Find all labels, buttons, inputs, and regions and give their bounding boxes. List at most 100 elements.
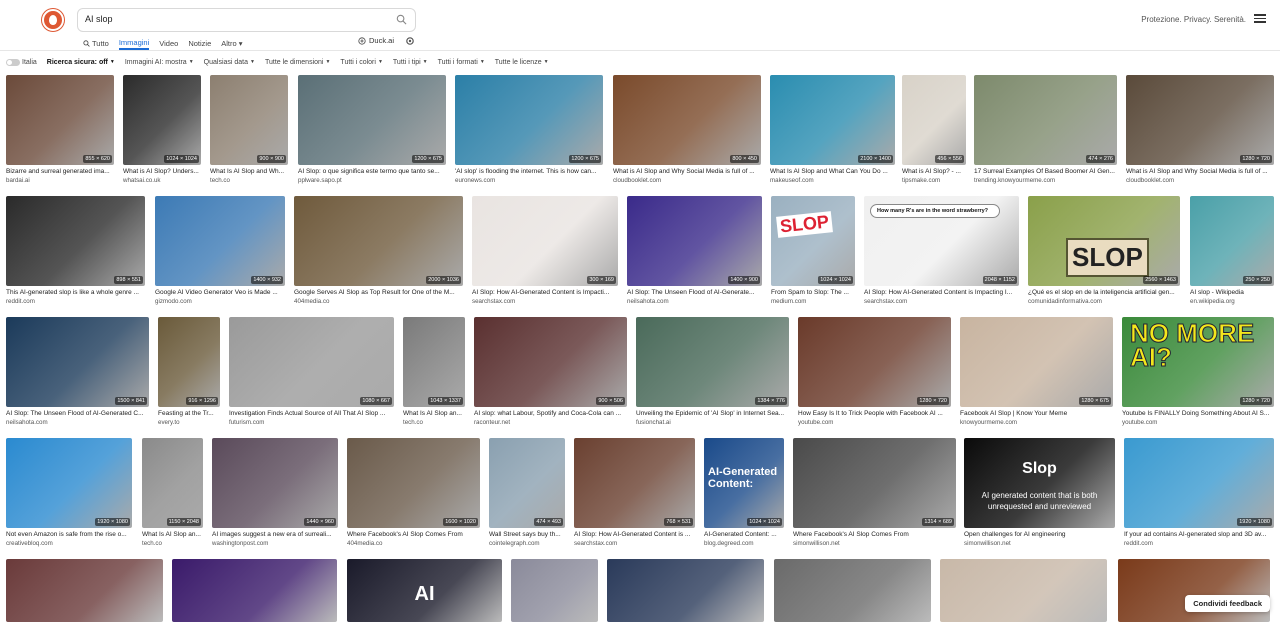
image-result[interactable]: 250 × 250 AI slop - Wikipedia en.wikipedia… xyxy=(1190,196,1274,310)
result-source[interactable]: futurism.com xyxy=(229,419,394,426)
result-thumbnail[interactable] xyxy=(636,317,789,407)
result-thumbnail[interactable] xyxy=(6,196,145,286)
image-result[interactable]: 474 × 276 17 Surreal Examples Of Based Bo… xyxy=(974,75,1117,189)
result-source[interactable]: raconteur.net xyxy=(474,419,627,426)
result-thumbnail[interactable]: AI-Generated Content: xyxy=(704,438,784,528)
result-caption[interactable]: Feasting at the Tr... xyxy=(158,410,220,417)
result-caption[interactable]: AI Slop: The Unseen Flood of AI-Generate… xyxy=(627,289,762,296)
date-filter[interactable]: Qualsiasi data ▼ xyxy=(204,59,255,66)
result-thumbnail[interactable] xyxy=(6,75,114,165)
image-result[interactable]: 1200 × 675 'AI slop' is flooding the inte… xyxy=(455,75,603,189)
result-source[interactable]: cloudbooklet.com xyxy=(613,177,761,184)
result-source[interactable]: blog.degreed.com xyxy=(704,540,784,547)
result-thumbnail[interactable] xyxy=(798,317,951,407)
result-caption[interactable]: What Is AI Slop and Wh... xyxy=(210,168,288,175)
result-source[interactable]: tech.co xyxy=(142,540,203,547)
result-thumbnail[interactable] xyxy=(1126,75,1274,165)
result-source[interactable]: medium.com xyxy=(771,298,855,305)
result-thumbnail[interactable] xyxy=(474,317,627,407)
result-caption[interactable]: What Is AI Slop and What Can You Do ... xyxy=(770,168,895,175)
hamburger-menu-icon[interactable] xyxy=(1254,12,1268,26)
result-caption[interactable]: ¿Qué es el slop en de la inteligencia ar… xyxy=(1028,289,1180,296)
safe-search-filter[interactable]: Ricerca sicura: off ▼ xyxy=(47,59,115,66)
result-caption[interactable]: 17 Surreal Examples Of Based Boomer AI G… xyxy=(974,168,1117,175)
result-thumbnail[interactable] xyxy=(770,75,895,165)
result-thumbnail[interactable] xyxy=(347,438,480,528)
search-input[interactable]: AI slop xyxy=(85,14,113,24)
image-result[interactable]: 768 × 531 AI Slop: How AI-Generated Conte… xyxy=(574,438,695,552)
result-source[interactable]: tech.co xyxy=(210,177,288,184)
result-source[interactable]: tipsmake.com xyxy=(902,177,966,184)
result-caption[interactable]: AI images suggest a new era of surreali.… xyxy=(212,531,338,538)
image-result[interactable]: 474 × 493 Wall Street says buy th... coint… xyxy=(489,438,565,552)
result-thumbnail[interactable]: Slop AI generated content that is both un… xyxy=(964,438,1115,528)
result-thumbnail[interactable] xyxy=(229,317,394,407)
result-caption[interactable]: AI Slop: o que significa este termo que … xyxy=(298,168,446,175)
image-result[interactable]: AI-Generated Content: 1024 × 1024 AI-Gener… xyxy=(704,438,784,552)
type-filter[interactable]: Tutti i tipi ▼ xyxy=(393,59,428,66)
size-filter[interactable]: Tutte le dimensioni ▼ xyxy=(265,59,330,66)
format-filter[interactable]: Tutti i formati ▼ xyxy=(438,59,485,66)
image-result[interactable]: NO MORE AI? 1280 × 720 Youtube Is FINALLY … xyxy=(1122,317,1274,431)
result-thumbnail[interactable] xyxy=(210,75,288,165)
result-thumbnail[interactable] xyxy=(489,438,565,528)
result-thumbnail[interactable] xyxy=(212,438,338,528)
result-thumbnail[interactable] xyxy=(613,75,761,165)
result-thumbnail[interactable] xyxy=(158,317,220,407)
result-thumbnail[interactable] xyxy=(774,559,931,622)
image-result[interactable]: 1024 × 1024 What is AI Slop? Unders... wha… xyxy=(123,75,201,189)
result-caption[interactable]: What is AI Slop? - ... xyxy=(902,168,966,175)
gear-icon[interactable] xyxy=(405,36,415,46)
result-thumbnail[interactable] xyxy=(1118,559,1270,622)
result-source[interactable]: reddit.com xyxy=(6,298,145,305)
result-thumbnail[interactable] xyxy=(123,75,201,165)
color-filter[interactable]: Tutti i colori ▼ xyxy=(340,59,382,66)
image-result[interactable]: 800 × 450 What is AI Slop and Why Social … xyxy=(613,75,761,189)
result-source[interactable]: euronews.com xyxy=(455,177,603,184)
result-source[interactable]: 404media.co xyxy=(347,540,480,547)
search-box[interactable]: AI slop xyxy=(77,8,416,32)
result-caption[interactable]: AI-Generated Content: ... xyxy=(704,531,784,538)
result-source[interactable]: fusionchat.ai xyxy=(636,419,789,426)
result-source[interactable]: 404media.co xyxy=(294,298,463,305)
result-source[interactable]: youtube.com xyxy=(1122,419,1274,426)
result-caption[interactable]: What is AI Slop and Why Social Media is … xyxy=(1126,168,1274,175)
result-source[interactable]: simonwillison.net xyxy=(793,540,956,547)
image-result[interactable]: 900 × 506 AI slop: what Labour, Spotify a… xyxy=(474,317,627,431)
result-thumbnail[interactable] xyxy=(511,559,598,622)
result-thumbnail[interactable]: How many R's are in the word strawberry? xyxy=(864,196,1019,286)
result-thumbnail[interactable] xyxy=(1190,196,1274,286)
result-caption[interactable]: AI Slop: How AI-Generated Content is Imp… xyxy=(472,289,618,296)
share-feedback-button[interactable]: Condividi feedback xyxy=(1185,595,1270,612)
result-caption[interactable]: Google Serves AI Slop as Top Result for … xyxy=(294,289,463,296)
result-source[interactable]: comunidadinformativa.com xyxy=(1028,298,1180,305)
result-source[interactable]: whatsai.co.uk xyxy=(123,177,201,184)
result-thumbnail[interactable]: SLOP xyxy=(1028,196,1180,286)
result-thumbnail[interactable] xyxy=(6,559,163,622)
result-thumbnail[interactable]: AI xyxy=(347,559,502,622)
result-thumbnail[interactable] xyxy=(940,559,1107,622)
result-thumbnail[interactable] xyxy=(974,75,1117,165)
result-caption[interactable]: What Is AI Slop an... xyxy=(142,531,203,538)
image-result[interactable]: 1314 × 689 Where Facebook's AI Slop Comes… xyxy=(793,438,956,552)
image-result[interactable]: 1080 × 667 Investigation Finds Actual Sou… xyxy=(229,317,394,431)
result-thumbnail[interactable] xyxy=(793,438,956,528)
result-thumbnail[interactable]: NO MORE AI? xyxy=(1122,317,1274,407)
result-thumbnail[interactable] xyxy=(960,317,1113,407)
result-caption[interactable]: AI Slop: How AI-Generated Content is ... xyxy=(574,531,695,538)
result-caption[interactable]: Bizarre and surreal generated ima... xyxy=(6,168,114,175)
result-thumbnail[interactable]: SLOP xyxy=(771,196,855,286)
image-result[interactable]: 1600 × 1020 Where Facebook's AI Slop Come… xyxy=(347,438,480,552)
result-thumbnail[interactable] xyxy=(455,75,603,165)
result-caption[interactable]: Facebook AI Slop | Know Your Meme xyxy=(960,410,1113,417)
result-source[interactable]: searchstax.com xyxy=(472,298,618,305)
image-result[interactable]: SLOP 2560 × 1463 ¿Qué es el slop en de la … xyxy=(1028,196,1180,310)
result-thumbnail[interactable] xyxy=(627,196,762,286)
result-thumbnail[interactable] xyxy=(6,317,149,407)
result-source[interactable]: tech.co xyxy=(403,419,465,426)
duck-ai-link[interactable]: Duck.ai xyxy=(358,36,394,45)
result-source[interactable]: neilsahota.com xyxy=(627,298,762,305)
result-caption[interactable]: 'AI slop' is flooding the internet. This… xyxy=(455,168,603,175)
result-source[interactable]: trending.knowyourmeme.com xyxy=(974,177,1117,184)
image-result[interactable]: 1280 × 675 Facebook AI Slop | Know Your M… xyxy=(960,317,1113,431)
